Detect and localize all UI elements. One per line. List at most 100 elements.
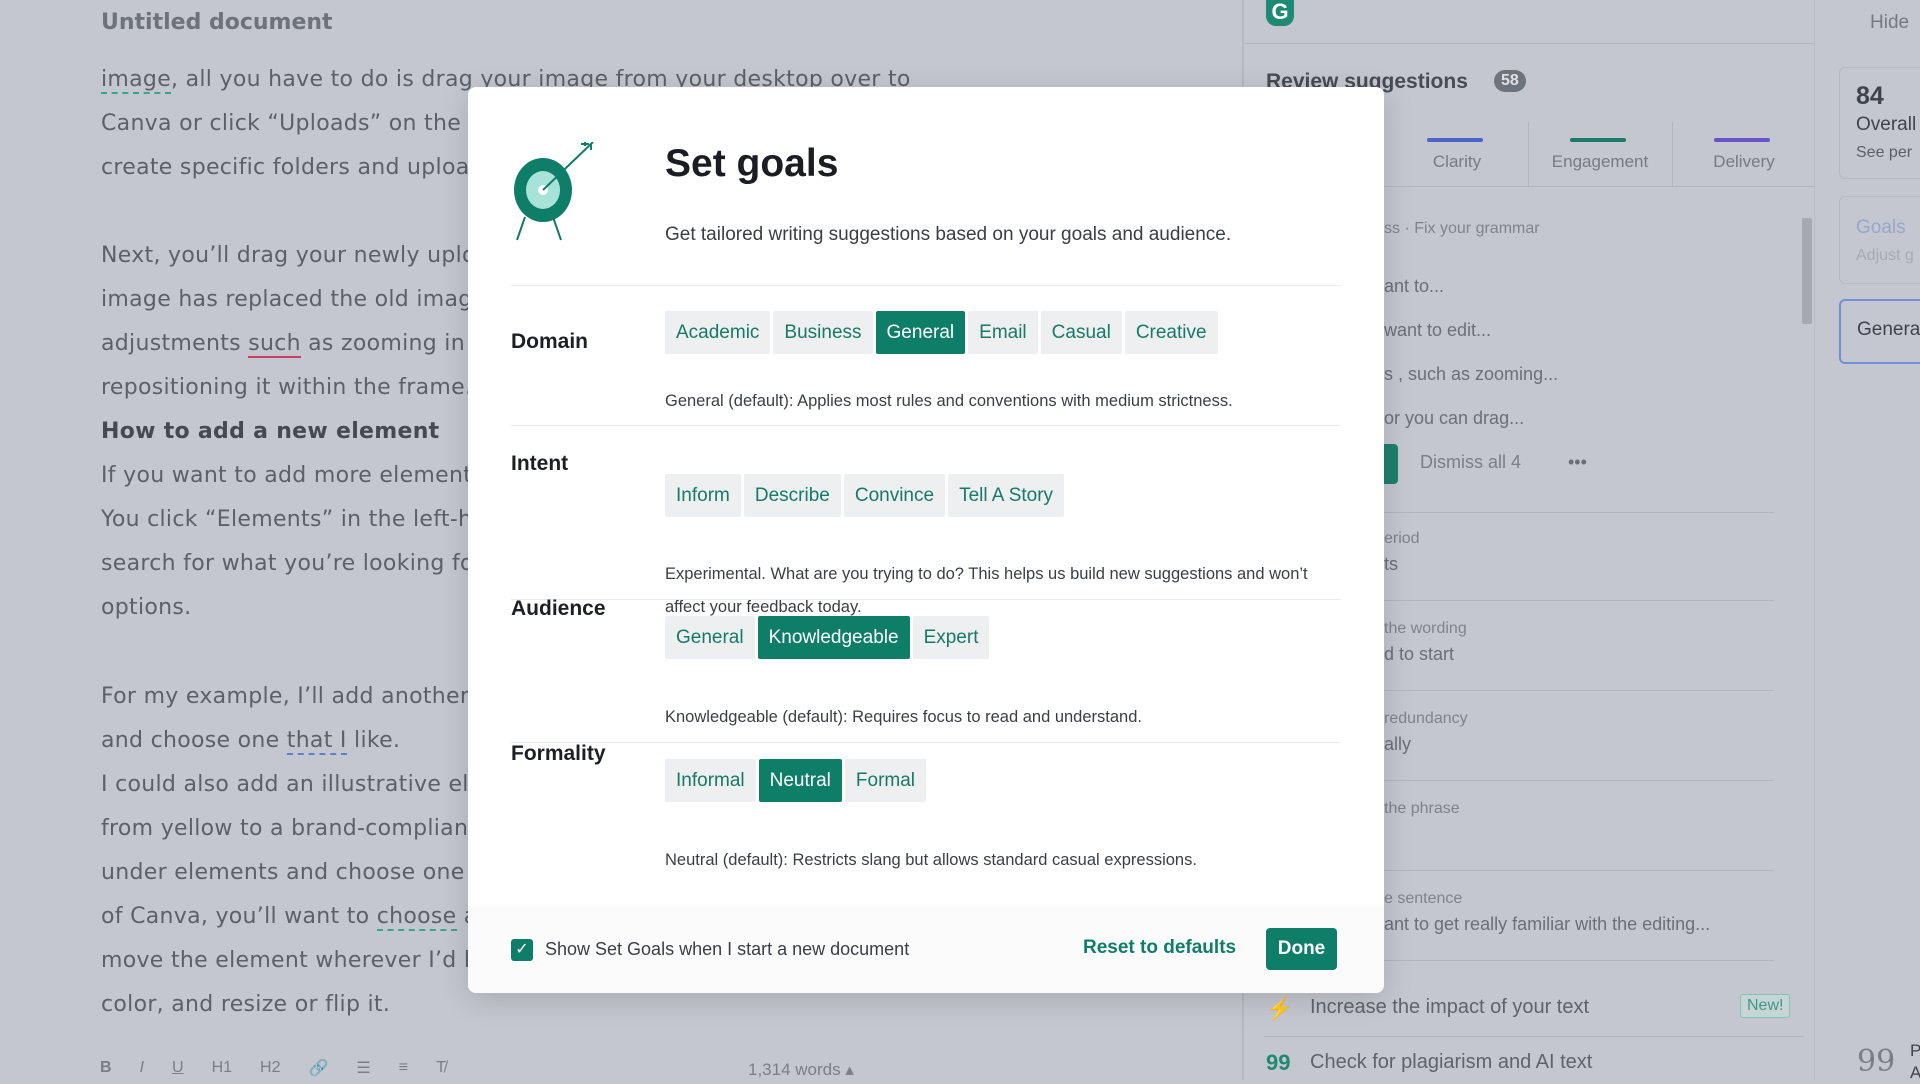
suggestion-card-type[interactable]: e sentence [1384,890,1462,908]
option-email[interactable]: Email [968,311,1038,354]
set-goals-modal: Set goals Get tailored writing suggestio… [468,87,1384,993]
document-line[interactable]: search for what you’re looking for [101,551,483,576]
options-domain: Academic Business General Email Casual Creati… [665,311,1218,354]
hide-button[interactable]: Hide [1870,12,1909,34]
option-creative[interactable]: Creative [1124,311,1218,354]
document-line[interactable]: adjustments such as zooming in o [101,331,486,358]
document-line[interactable]: You click “Elements” in the left-ha [101,507,486,532]
suggestion-group-header[interactable]: ss · Fix your grammar [1384,220,1540,238]
dismiss-all-button[interactable]: Dismiss all 4 [1420,452,1521,473]
option-general[interactable]: General [875,311,966,354]
option-tell-a-story[interactable]: Tell A Story [948,474,1065,517]
h1-icon[interactable]: H1 [212,1059,232,1077]
line-text: under elements and choose one y [101,860,486,885]
suggestion-card-type[interactable]: the phrase [1384,800,1460,818]
option-formal[interactable]: Formal [844,759,927,802]
accept-all-button[interactable] [1384,444,1398,484]
flagged-word[interactable]: that I [286,728,347,755]
goals-card[interactable]: Goals Adjust g [1839,196,1920,284]
tab-engagement[interactable]: Engagement [1528,122,1672,186]
goal-description: Knowledgeable (default): Requires focus … [665,708,1142,726]
option-describe[interactable]: Describe [743,474,841,517]
tab-delivery[interactable]: Delivery [1672,122,1816,186]
scrollbar-thumb[interactable] [1802,218,1812,324]
modal-subtitle: Get tailored writing suggestions based o… [665,224,1232,245]
show-set-goals-checkbox[interactable]: ✓ [511,939,533,961]
new-badge: New! [1740,994,1791,1018]
clear-format-icon[interactable]: T̸ [436,1059,446,1077]
suggestion-card-text[interactable]: ts [1384,554,1398,575]
italic-icon[interactable]: I [140,1059,144,1077]
line-text: and choose one [101,728,287,753]
modal-title: Set goals [665,142,839,185]
option-informal[interactable]: Informal [665,759,756,802]
option-knowledgeable[interactable]: Knowledgeable [757,616,910,659]
tab-clarity[interactable]: Clarity [1385,122,1529,186]
document-line[interactable]: move the element wherever I’d li [101,948,477,973]
document-line[interactable]: image has replaced the old image [101,287,486,312]
suggestion-card-text[interactable]: d to start [1384,644,1454,665]
done-button[interactable]: Done [1266,928,1337,970]
line-text: like. [346,728,401,753]
document-line[interactable]: and choose one that I like. [101,728,401,755]
suggestion-item[interactable]: want to edit... [1384,320,1491,341]
option-academic[interactable]: Academic [665,311,771,354]
impact-link[interactable]: Increase the impact of your text [1310,996,1589,1019]
document-line[interactable]: For my example, I’ll add another [101,684,469,709]
option-inform[interactable]: Inform [665,474,741,517]
document-title[interactable]: Untitled document [101,10,333,35]
line-text: You click “Elements” in the left-ha [101,507,487,532]
document-line[interactable]: Next, you’ll drag your newly uplo [101,243,476,268]
flagged-word[interactable]: choose [376,904,457,931]
bullet-list-icon[interactable]: ≡ [399,1059,408,1077]
bold-icon[interactable]: B [100,1059,112,1077]
suggestion-item[interactable]: ant to... [1384,276,1444,297]
option-general[interactable]: General [665,616,755,659]
flagged-word[interactable]: such [248,331,301,358]
general-goal-button[interactable]: Genera [1839,299,1920,364]
suggestion-card-type[interactable]: the wording [1384,620,1467,638]
document-line[interactable]: color, and resize or flip it. [101,992,390,1017]
suggestion-card-type[interactable]: eriod [1384,530,1420,548]
show-set-goals-label[interactable]: Show Set Goals when I start a new docume… [545,939,909,960]
option-business[interactable]: Business [773,311,873,354]
options-formality: Informal Neutral Formal [665,759,927,802]
flagged-word[interactable]: image [101,67,172,94]
line-text: create specific folders and uploa [101,155,470,180]
overall-score-card[interactable]: 84 Overall See per [1839,67,1920,179]
suggestion-item[interactable]: s , such as zooming... [1384,364,1558,385]
reset-to-defaults-button[interactable]: Reset to defaults [1083,937,1236,959]
document-line[interactable]: If you want to add more element [101,463,472,488]
option-neutral[interactable]: Neutral [758,759,842,802]
document-line[interactable]: create specific folders and uploa [101,155,470,180]
option-expert[interactable]: Expert [912,616,990,659]
document-line[interactable]: I could also add an illustrative ele [101,772,483,797]
document-line[interactable]: of Canva, you’ll want to choose a [101,904,478,931]
document-heading[interactable]: How to add a new element [101,419,439,444]
word-count[interactable]: 1,314 words ▴ [748,1060,854,1080]
option-convince[interactable]: Convince [843,474,946,517]
suggestion-card-text[interactable]: ant to get really familiar with the edit… [1384,914,1710,935]
document-line[interactable]: from yellow to a brand-compliant [101,816,477,841]
more-options-icon[interactable]: ••• [1568,452,1587,473]
document-line[interactable]: options. [101,595,191,620]
goals-label: Goals [1856,217,1906,238]
tab-label: Clarity [1432,152,1482,171]
link-icon[interactable]: 🔗 [308,1058,328,1078]
document-line[interactable]: Canva or click “Uploads” on the l [101,111,475,136]
plagiarism-link[interactable]: Check for plagiarism and AI text [1310,1051,1592,1074]
ordered-list-icon[interactable]: ☰ [356,1058,370,1078]
h2-icon[interactable]: H2 [260,1059,280,1077]
see-performance-link[interactable]: See per [1856,144,1912,162]
line-text: of Canva, you’ll want to [101,904,377,929]
underline-icon[interactable]: U [172,1059,184,1077]
option-casual[interactable]: Casual [1040,311,1122,354]
suggestion-card-type[interactable]: redundancy [1384,710,1468,728]
quote-icon: 99 [1857,1044,1896,1079]
suggestion-item[interactable]: or you can drag... [1384,408,1524,429]
line-text: How to add a new element [101,419,440,444]
document-line[interactable]: under elements and choose one y [101,860,485,885]
line-text: I could also add an illustrative ele [101,772,483,797]
document-line[interactable]: repositioning it within the frame. [101,375,472,400]
suggestion-card-text[interactable]: ally [1384,734,1411,755]
